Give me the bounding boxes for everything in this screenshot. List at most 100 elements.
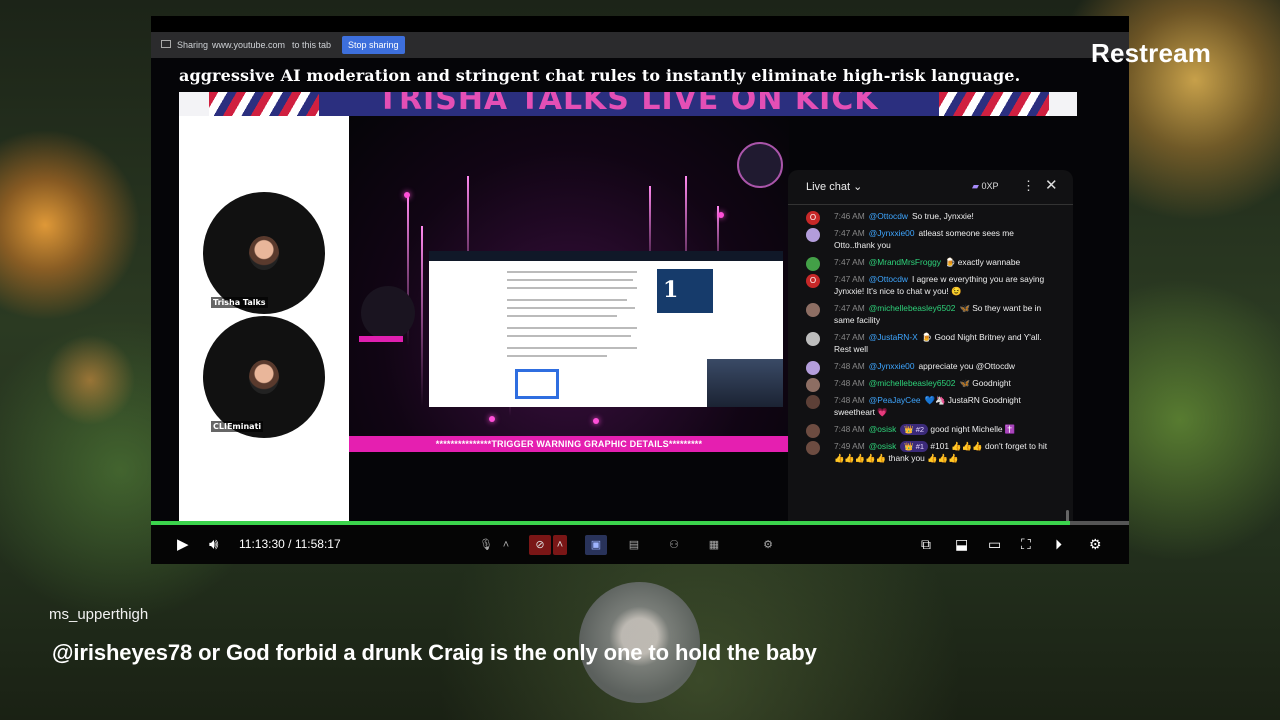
chat-rank-badge: 👑 #1 [900, 441, 929, 452]
close-icon[interactable]: ✕ [1045, 176, 1058, 194]
chat-author[interactable]: @PeaJayCee [869, 395, 921, 405]
mic-chevron-icon[interactable]: ˄ [499, 535, 513, 555]
live-chat-panel[interactable]: Live chat ⌄ ▰ 0XP ⋮ ✕ O 7:46 AM @Ottocdw So… [788, 170, 1073, 524]
chat-message[interactable]: O 7:46 AM @Ottocdw So true, Jynxxie! [788, 208, 1068, 225]
chat-message-list: O 7:46 AM @Ottocdw So true, Jynxxie! 7:47 AM… [788, 208, 1068, 467]
chat-author[interactable]: @JustaRN-X [869, 332, 918, 342]
news-text-line [507, 327, 637, 329]
sharing-label: Sharing [177, 40, 209, 50]
miniplayer-icon[interactable]: ⬓ [955, 525, 968, 564]
notes-icon[interactable]: ▦ [703, 535, 725, 555]
chat-message[interactable]: 7:48 AM @osisk 👑 #2 good night Michelle ✝️ [788, 421, 1068, 438]
chat-text: 🍺 Good Night Britney and Y'all. Rest wel… [834, 332, 1042, 354]
guest-panel: Trisha Talks CLIEminati [179, 116, 349, 524]
chat-avatar[interactable] [806, 395, 820, 409]
comment-username: ms_upperthigh [49, 606, 149, 623]
light-streak [421, 226, 423, 406]
chat-author[interactable]: @osisk [869, 441, 897, 451]
chat-message[interactable]: 7:48 AM @Jynxxie00 appreciate you @Ottocdw [788, 358, 1068, 375]
chat-message[interactable]: 7:47 AM @Jynxxie00 atleast someone sees me… [788, 225, 1068, 254]
restream-logo: Restream [1091, 38, 1212, 68]
guest-name-2: CLIEminati [211, 421, 264, 432]
chat-message[interactable]: 7:47 AM @JustaRN-X 🍺 Good Night Britney an… [788, 329, 1068, 358]
news-text-line [507, 279, 633, 281]
chat-author[interactable]: @Jynxxie00 [869, 228, 915, 238]
news-video-thumbnail [707, 359, 783, 407]
chat-avatar[interactable]: O [806, 211, 820, 225]
player-settings-icon[interactable]: ⚙ [1089, 525, 1102, 564]
chat-text: 🦋 Goodnight [959, 378, 1011, 388]
more-options-icon[interactable]: ⋮ [1022, 178, 1035, 194]
chat-author[interactable]: @michellebeasley6502 [869, 378, 956, 388]
chat-text: I agree w everything you are saying Jynx… [834, 274, 1045, 296]
stream-caption: aggressive AI moderation and stringent c… [179, 66, 1021, 85]
news-text-line [507, 347, 637, 349]
chat-avatar[interactable] [806, 257, 820, 271]
chat-author[interactable]: @osisk [869, 424, 897, 434]
volume-icon[interactable]: 🔊︎ [209, 525, 218, 564]
chat-message[interactable]: 7:49 AM @osisk 👑 #1 #101 👍👍👍 don't forget … [788, 438, 1068, 467]
chat-message[interactable]: 7:48 AM @michellebeasley6502 🦋 Goodnight [788, 375, 1068, 392]
chat-avatar[interactable]: O [806, 274, 820, 288]
banner-title: TRISHA TALKS LIVE ON KICK [377, 92, 879, 116]
chat-avatar[interactable] [806, 303, 820, 317]
microphone-icon[interactable]: 🎙︎ [475, 535, 497, 555]
chat-text: appreciate you @Ottocdw [918, 361, 1015, 371]
chat-avatar[interactable] [806, 228, 820, 242]
chat-author[interactable]: @Jynxxie00 [869, 361, 915, 371]
chat-avatar[interactable] [806, 378, 820, 392]
sharing-tab-label: to this tab [292, 40, 332, 50]
news-text-line [507, 335, 631, 337]
play-icon[interactable]: ▶ [177, 525, 189, 564]
news-recommended-box [515, 369, 559, 399]
news-text-line [507, 271, 637, 273]
xp-badge[interactable]: ▰ 0XP [972, 181, 998, 192]
news-ad-box: 1 [657, 269, 713, 313]
live-chat-title-dropdown[interactable]: Live chat ⌄ [806, 180, 862, 193]
chat-message[interactable]: 7:48 AM @PeaJayCee 💙🦄 JustaRN Goodnight sw… [788, 392, 1068, 421]
chat-message[interactable]: 7:47 AM @michellebeasley6502 🦋 So they wan… [788, 300, 1068, 329]
settings-gear-icon[interactable]: ⚙ [757, 535, 779, 555]
light-dot [593, 418, 599, 424]
player-controls: ▶ 🔊︎ 11:13:30 / 11:58:17 🎙︎ ˄ ⊘ ˄ ▣ ▤ ⚇ … [151, 525, 1129, 564]
chat-timestamp: 7:46 AM [834, 211, 865, 221]
chat-timestamp: 7:47 AM [834, 228, 865, 238]
chat-text: 🍺 exactly wannabe [945, 257, 1021, 267]
chat-avatar[interactable] [806, 441, 820, 455]
guest-name-1: Trisha Talks [211, 297, 268, 308]
chat-message[interactable]: 7:47 AM @MrandMrsFroggy 🍺 exactly wannabe [788, 254, 1068, 271]
chat-text: good night Michelle ✝️ [930, 424, 1016, 434]
camera-chevron-icon[interactable]: ˄ [553, 535, 567, 555]
chat-timestamp: 7:47 AM [834, 274, 865, 284]
news-article-screenshot: 1 [429, 251, 783, 407]
chat-author[interactable]: @Ottocdw [869, 211, 908, 221]
xp-value: 0XP [981, 181, 999, 191]
news-ad-number: 1 [663, 277, 679, 303]
present-icon[interactable]: ▤ [623, 535, 645, 555]
chevron-down-icon: ⌄ [853, 181, 863, 193]
chat-author[interactable]: @MrandMrsFroggy [869, 257, 941, 267]
subtitles-icon[interactable]: ⧉ [921, 525, 931, 564]
add-guest-icon[interactable]: ⚇ [663, 535, 685, 555]
fullscreen-icon[interactable]: ⛶ [1021, 525, 1031, 564]
stop-sharing-button[interactable]: Stop sharing [342, 36, 405, 54]
channel-logo [737, 142, 783, 188]
share-screen-icon[interactable]: ▣ [585, 535, 607, 555]
autoplay-icon[interactable]: ⏵ [1055, 525, 1062, 564]
camera-off-icon[interactable]: ⊘ [529, 535, 551, 555]
chat-avatar[interactable] [806, 424, 820, 438]
chat-timestamp: 7:47 AM [834, 303, 865, 313]
news-text-line [507, 355, 607, 357]
sharing-domain: www.youtube.com [212, 40, 286, 50]
theater-mode-icon[interactable]: ▭ [988, 525, 1001, 564]
guest-face [249, 236, 279, 270]
news-text-line [507, 315, 617, 317]
video-stream[interactable]: aggressive AI moderation and stringent c… [151, 58, 1129, 524]
chat-author[interactable]: @michellebeasley6502 [869, 303, 956, 313]
chat-author[interactable]: @Ottocdw [869, 274, 908, 284]
chat-avatar[interactable] [806, 332, 820, 346]
chat-avatar[interactable] [806, 361, 820, 375]
chat-text: #101 👍👍👍 don't forget to hit 👍👍👍👍👍 thank… [834, 441, 1048, 463]
news-text-line [507, 287, 637, 289]
chat-message[interactable]: O 7:47 AM @Ottocdw I agree w everything you… [788, 271, 1068, 300]
